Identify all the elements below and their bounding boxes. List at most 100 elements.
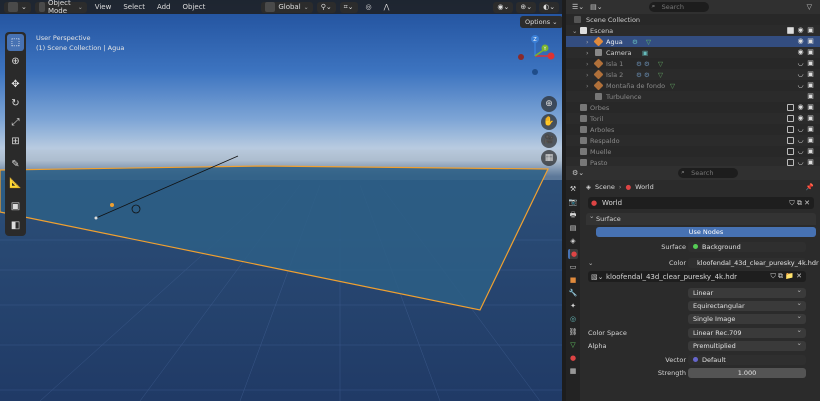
cursor-tool-icon[interactable]: ⊕ (7, 53, 24, 70)
3d-viewport[interactable]: ⌄ Object Mode ⌄ View Select Add Object Gl… (0, 0, 562, 401)
gizmo-icon[interactable]: ⊕⌄ (516, 1, 537, 13)
gizmo-neg-z[interactable] (532, 69, 538, 75)
annotate-tool-icon[interactable]: ✎ (7, 156, 24, 173)
image-actions-icon[interactable]: ⛉ ⧉ 📁 ✕ (770, 272, 802, 281)
material-tab-icon[interactable]: ● (568, 353, 578, 363)
expand-chevron-icon[interactable]: ⌄ (572, 27, 577, 35)
eye-icon[interactable]: ◉ (797, 27, 804, 34)
tree-row-toril[interactable]: Toril ◉ ▣ (566, 113, 820, 124)
interpolation-dropdown[interactable]: Linear (688, 286, 806, 298)
tree-row-montana-de-fondo[interactable]: › Montaña de fondo ▽ ◡ ▣ (566, 80, 820, 91)
options-dropdown[interactable]: Options ⌄ (520, 16, 562, 28)
eye-hidden-icon[interactable]: ◡ (797, 148, 804, 155)
expand-chevron-icon[interactable]: › (586, 38, 589, 46)
exclude-checkbox[interactable] (787, 126, 794, 133)
eye-hidden-icon[interactable]: ◡ (797, 71, 804, 78)
transform-orientation-dropdown[interactable]: Global ⌄ (261, 1, 313, 13)
menu-select[interactable]: Select (119, 2, 149, 13)
exclude-checkbox[interactable] (787, 137, 794, 144)
expand-chevron-icon[interactable]: › (586, 49, 589, 57)
pan-hand-icon[interactable]: ✋ (541, 114, 557, 130)
falloff-icon[interactable]: ⋀ (380, 2, 394, 13)
properties-search-input[interactable]: Search (678, 167, 739, 178)
eye-hidden-icon[interactable]: ◡ (797, 126, 804, 133)
source-dropdown[interactable]: Single Image (688, 312, 806, 324)
visibility-icon[interactable]: ◉⌄ (493, 1, 514, 13)
mode-dropdown[interactable]: Object Mode ⌄ (34, 0, 87, 15)
filter-icon[interactable]: ▽ (807, 3, 812, 11)
proportional-edit-icon[interactable]: ◎ (362, 2, 376, 13)
camera-render-icon[interactable]: ▣ (807, 60, 814, 67)
world-tab-icon[interactable]: ● (568, 249, 578, 259)
camera-render-icon[interactable]: ▣ (807, 137, 814, 144)
surface-shader-field[interactable]: Background (688, 241, 806, 252)
view-layer-tab-icon[interactable]: ▤ (568, 223, 578, 233)
exclude-checkbox[interactable] (787, 115, 794, 122)
perspective-toggle-icon[interactable]: ▦ (541, 150, 557, 166)
eye-hidden-icon[interactable]: ◡ (797, 159, 804, 166)
outliner-search-input[interactable]: Search (648, 1, 709, 12)
gizmo-x-axis[interactable] (547, 52, 555, 60)
modifier-tab-icon[interactable]: 🔧 (568, 288, 578, 298)
tree-row-turbulence[interactable]: Turbulence ▣ (566, 91, 820, 102)
pin-icon[interactable]: 📌 (806, 183, 814, 191)
exclude-checkbox[interactable] (787, 148, 794, 155)
camera-render-icon[interactable]: ▣ (807, 104, 814, 111)
camera-view-icon[interactable]: 🎥 (541, 132, 557, 148)
menu-add[interactable]: Add (153, 2, 175, 13)
particles-tab-icon[interactable]: ✦ (568, 301, 578, 311)
tree-row-orbes[interactable]: Orbes ◉ ▣ (566, 102, 820, 113)
tree-row-scene-collection[interactable]: Scene Collection (566, 14, 820, 25)
render-tab-icon[interactable]: 📷 (568, 197, 578, 207)
tool-tab-icon[interactable]: ⚒ (568, 184, 578, 194)
camera-render-icon[interactable]: ▣ (807, 49, 814, 56)
tree-row-respaldo[interactable]: Respaldo ◡ ▣ (566, 135, 820, 146)
tree-row-agua[interactable]: › Agua ⚙ ▽ ◉ ▣ (566, 36, 820, 47)
camera-render-icon[interactable]: ▣ (807, 148, 814, 155)
camera-render-icon[interactable]: ▣ (807, 159, 814, 166)
pivot-dropdown[interactable]: ⚲⌄ (316, 1, 336, 13)
properties-editor-icon[interactable]: ⚙⌄ (572, 169, 584, 177)
exclude-checkbox[interactable] (787, 104, 794, 111)
camera-render-icon[interactable]: ▣ (807, 27, 814, 34)
image-datablock-field[interactable]: ▧⌄ kloofendal_43d_clear_puresky_4k.hdr ⛉… (588, 271, 806, 282)
zoom-icon[interactable]: ⊕ (541, 96, 557, 112)
physics-tab-icon[interactable]: ◎ (568, 314, 578, 324)
menu-view[interactable]: View (91, 2, 116, 13)
tree-row-isla-1[interactable]: › Isla 1 ⚙ ⚙ ▽ ◡ ▣ (566, 58, 820, 69)
color-space-dropdown[interactable]: Linear Rec.709 (688, 326, 806, 338)
eye-hidden-icon[interactable]: ◡ (797, 82, 804, 89)
output-tab-icon[interactable]: 🖶 (568, 210, 578, 220)
camera-render-icon[interactable]: ▣ (807, 93, 814, 100)
navigation-gizmo[interactable]: Z Y (515, 34, 555, 86)
texture-tab-icon[interactable]: ▦ (568, 366, 578, 376)
menu-object[interactable]: Object (179, 2, 210, 13)
expand-chevron-icon[interactable]: › (586, 60, 589, 68)
exclude-checkbox[interactable] (787, 159, 794, 166)
add-cube-tool-icon[interactable]: ▣ (7, 198, 24, 215)
transform-tool-icon[interactable]: ⊞ (7, 133, 24, 150)
scene-tab-icon[interactable]: ◈ (568, 236, 578, 246)
camera-render-icon[interactable]: ▣ (807, 71, 814, 78)
eye-hidden-icon[interactable]: ◡ (797, 137, 804, 144)
expand-chevron-icon[interactable]: › (586, 71, 589, 79)
object-tab-icon[interactable]: ■ (568, 275, 578, 285)
rotate-tool-icon[interactable]: ↻ (7, 95, 24, 112)
eye-icon[interactable]: ◉ (797, 38, 804, 45)
snap-dropdown[interactable]: ⌗⌄ (339, 1, 358, 13)
eye-icon[interactable]: ◉ (797, 104, 804, 111)
vector-input-field[interactable]: Default (688, 354, 806, 365)
eye-icon[interactable]: ◉ (797, 115, 804, 122)
gizmo-neg-x[interactable] (518, 54, 524, 60)
tree-row-escena[interactable]: ⌄ Escena ◉ ▣ (566, 25, 820, 36)
camera-render-icon[interactable]: ▣ (807, 82, 814, 89)
expand-chevron-icon[interactable]: › (586, 82, 589, 90)
editor-type-button[interactable]: ⌄ (4, 1, 31, 13)
tree-row-muelle[interactable]: Muelle ◡ ▣ (566, 146, 820, 157)
use-nodes-button[interactable]: Use Nodes (596, 227, 816, 237)
overlay-icon[interactable]: ◐⌄ (539, 1, 560, 13)
scale-tool-icon[interactable]: ⤢ (7, 114, 24, 131)
display-mode-icon[interactable]: ▤⌄ (590, 3, 602, 11)
exclude-checkbox[interactable] (787, 27, 794, 34)
color-input-field[interactable]: kloofendal_43d_clear_puresky_4k.hdr (688, 257, 819, 268)
